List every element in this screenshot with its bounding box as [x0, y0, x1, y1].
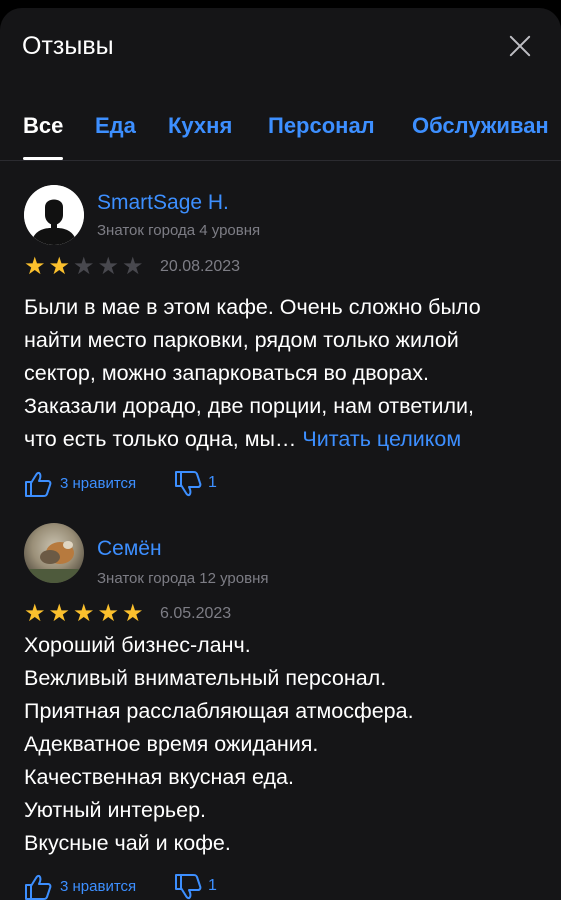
like-label: 3 нравится [60, 878, 137, 895]
review-date: 20.08.2023 [160, 258, 241, 275]
tab-service[interactable]: Обслуживан [412, 113, 549, 139]
review-text: Были в мае в этом кафе. Очень сложно был… [24, 291, 544, 456]
star-icon: ★ [97, 253, 120, 280]
close-icon[interactable] [504, 30, 536, 62]
star-icon: ★ [48, 600, 71, 627]
dislike-button[interactable]: 1 [174, 873, 224, 900]
review-text-line: Были в мае в этом кафе. Очень сложно был… [24, 295, 481, 319]
star-icon: ★ [73, 600, 95, 627]
dislike-button[interactable]: 1 [174, 470, 224, 498]
like-label: 3 нравится [60, 475, 137, 492]
author-name[interactable]: SmartSage H. [97, 191, 229, 215]
review-date: 6.05.2023 [160, 605, 232, 622]
review-text-line: Вежливый внимательный персонал. [24, 666, 387, 690]
review-text-line: Хороший бизнес-ланч. [24, 633, 251, 657]
page-title: Отзывы [22, 32, 114, 60]
star-icon: ★ [48, 253, 71, 280]
author-level: Знаток города 4 уровня [97, 222, 261, 239]
read-more-link[interactable]: Читать целиком [302, 427, 461, 451]
user-silhouette-icon[interactable] [24, 185, 84, 245]
star-icon: ★ [24, 253, 46, 280]
star-icon: ★ [97, 600, 120, 627]
star-icon: ★ [122, 253, 144, 280]
rating-stars: ★ ★ ★ ★ ★ [24, 253, 147, 280]
star-icon: ★ [73, 253, 95, 280]
review-text-line: сектор, можно запарковаться во дворах. [24, 361, 429, 385]
review-text-line: Вкусные чай и кофе. [24, 831, 231, 855]
review-text-fragment: что есть только одна, мы… [24, 427, 297, 451]
tab-food[interactable]: Еда [95, 113, 136, 139]
author-level: Знаток города 12 уровня [97, 570, 269, 587]
photo-avatar[interactable] [24, 523, 84, 583]
reviews-panel: Отзывы Все Еда Кухня Персонал Обслуживан… [0, 8, 561, 900]
star-icon: ★ [122, 600, 144, 627]
author-name[interactable]: Семён [97, 537, 162, 561]
like-button[interactable]: 3 нравится [24, 873, 164, 900]
tab-all[interactable]: Все [23, 113, 64, 160]
thumb-down-icon [175, 471, 202, 497]
review-text-line: Приятная расслабляющая атмосфера. [24, 699, 414, 723]
rating-stars: ★ ★ ★ ★ ★ [24, 600, 147, 627]
review-text-line: Качественная вкусная еда. [24, 765, 294, 789]
review-text: Хороший бизнес-ланч. Вежливый внимательн… [24, 629, 544, 860]
thumb-up-icon [25, 874, 52, 900]
tab-bar: Все Еда Кухня Персонал Обслуживан [0, 108, 561, 161]
review-text-line-last: что есть только одна, мы… Читать целиком [24, 423, 544, 456]
tab-staff[interactable]: Персонал [268, 113, 375, 139]
review-text-line: найти место парковки, рядом только жилой [24, 328, 459, 352]
thumb-up-icon [25, 471, 52, 497]
star-icon: ★ [24, 600, 46, 627]
tab-cuisine[interactable]: Кухня [168, 113, 232, 139]
review-text-line: Адекватное время ожидания. [24, 732, 319, 756]
header: Отзывы [0, 8, 561, 88]
dislike-count: 1 [208, 474, 217, 491]
review-text-line: Уютный интерьер. [24, 798, 206, 822]
dislike-count: 1 [208, 877, 217, 894]
review-text-line: Заказали дорадо, две порции, нам ответил… [24, 394, 474, 418]
like-button[interactable]: 3 нравится [24, 470, 164, 498]
thumb-down-icon [175, 874, 202, 900]
